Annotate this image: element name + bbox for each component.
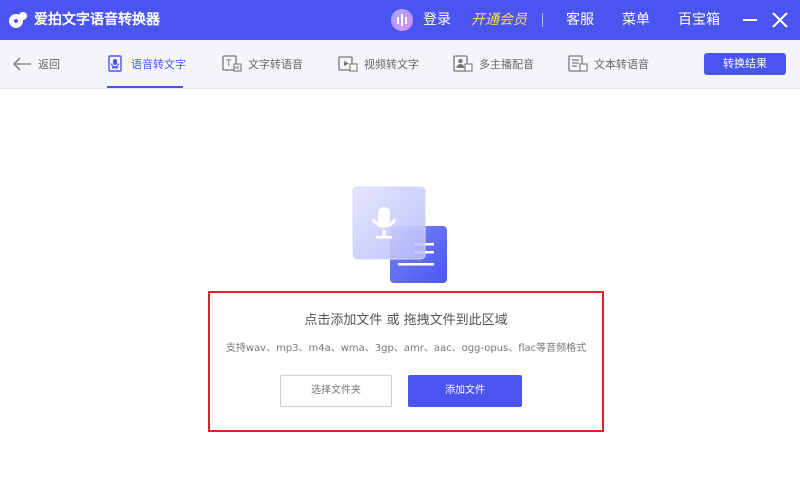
dubbing-icon [453, 55, 473, 72]
titlebar-divider [542, 13, 543, 27]
arrow-left-icon [12, 57, 31, 71]
vip-link[interactable]: 开通会员 [471, 0, 527, 40]
title-bar: 爱拍文字语音转换器 登录 开通会员 客服 菜单 百宝箱 [0, 0, 800, 40]
toolbox-link[interactable]: 百宝箱 [678, 0, 720, 40]
tab-document-to-voice[interactable]: 文本转语音 [568, 40, 649, 88]
video-icon [338, 56, 358, 72]
login-link[interactable]: 登录 [423, 0, 451, 40]
close-icon[interactable] [771, 11, 789, 29]
app-logo-icon [9, 12, 27, 28]
tab-label: 多主播配音 [479, 58, 534, 71]
conversion-result-button[interactable]: 转换结果 [704, 53, 786, 75]
tab-video-to-text[interactable]: 视频转文字 [338, 40, 419, 88]
tab-multi-anchor-dubbing[interactable]: 多主播配音 [453, 40, 534, 88]
tab-voice-to-text[interactable]: 语音转文字 [107, 40, 186, 88]
tab-label: 文本转语音 [594, 58, 649, 71]
file-drop-zone[interactable]: 点击添加文件 或 拖拽文件到此区域 支持wav、mp3、m4a、wma、3gp、… [208, 291, 604, 432]
avatar-icon[interactable] [389, 8, 415, 32]
customer-service-link[interactable]: 客服 [566, 0, 594, 40]
svg-text:T: T [225, 59, 232, 69]
voice-doc-icon [108, 55, 122, 72]
tab-label: 语音转文字 [131, 58, 186, 71]
back-button[interactable]: 返回 [12, 40, 60, 88]
tab-label: 视频转文字 [364, 58, 419, 71]
select-folder-button[interactable]: 选择文件夹 [280, 375, 392, 407]
text-to-voice-icon: T [222, 55, 242, 72]
active-tab-indicator [107, 86, 183, 88]
supported-formats-text: 支持wav、mp3、m4a、wma、3gp、amr、aac、ogg-opus、f… [225, 343, 587, 354]
tab-navigation: 返回 语音转文字 T 文字转语音 视频转文字 多主播配音 文本转语音 转换结果 [0, 40, 800, 89]
drop-zone-title: 点击添加文件 或 拖拽文件到此区域 [304, 313, 508, 328]
app-title: 爱拍文字语音转换器 [34, 12, 160, 28]
document-icon [568, 55, 588, 72]
menu-link[interactable]: 菜单 [622, 0, 650, 40]
tab-label: 文字转语音 [248, 58, 303, 71]
back-label: 返回 [38, 58, 60, 71]
add-file-button[interactable]: 添加文件 [408, 375, 522, 407]
microphone-document-icon [352, 186, 447, 283]
tab-text-to-voice[interactable]: T 文字转语音 [222, 40, 303, 88]
minimize-icon[interactable] [743, 19, 757, 21]
